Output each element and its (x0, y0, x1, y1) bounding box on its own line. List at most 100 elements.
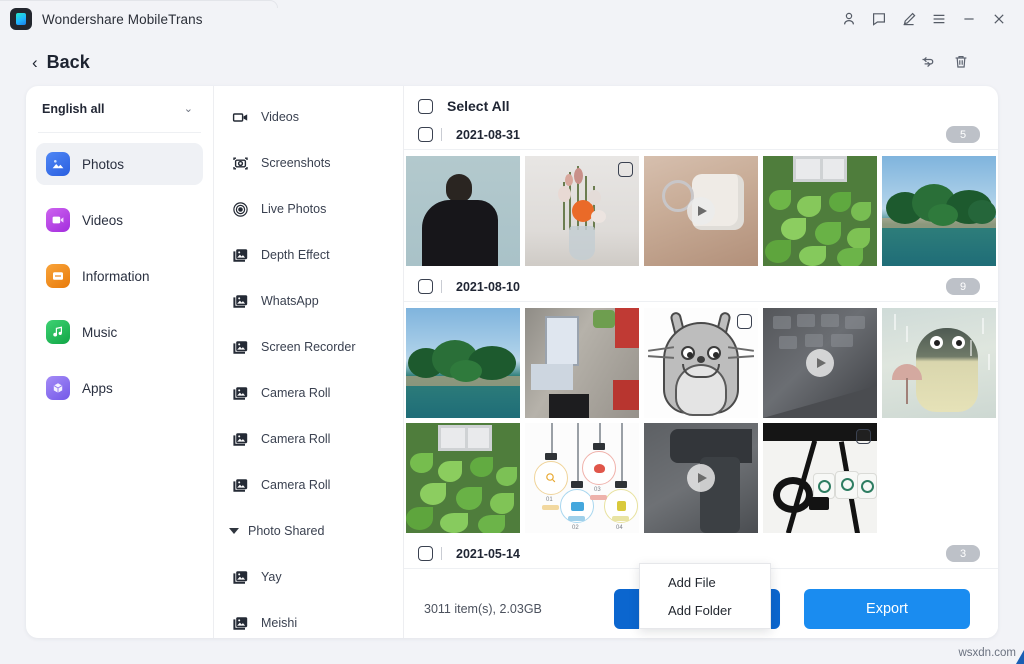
thumb-infographic[interactable]: 01 02 03 04 (525, 423, 639, 533)
select-all-checkbox[interactable] (418, 99, 433, 114)
sidebar-item-label: Videos (82, 213, 123, 228)
trash-icon[interactable] (944, 45, 978, 79)
menu-item-add-file[interactable]: Add File (640, 568, 770, 596)
photo-stack-icon (232, 477, 249, 494)
language-selector[interactable]: English all ⌄ (38, 86, 201, 133)
thumb-tropical-island[interactable] (406, 308, 520, 418)
play-icon[interactable] (806, 349, 834, 377)
sidebar-item-photos[interactable]: Photos (36, 143, 203, 185)
album-item-camera-roll-1[interactable]: Camera Roll (214, 370, 403, 416)
album-item-camera-roll-3[interactable]: Camera Roll (214, 462, 403, 508)
album-item-label: Yay (261, 570, 282, 584)
information-icon (46, 264, 70, 288)
date-group-header[interactable]: 2021-08-10 9 (404, 272, 998, 302)
album-item-screenshots[interactable]: Screenshots (214, 140, 403, 186)
album-item-whatsapp[interactable]: WhatsApp (214, 278, 403, 324)
album-item-label: Camera Roll (261, 432, 330, 446)
thumb-person-portrait[interactable] (406, 156, 520, 266)
album-item-yay[interactable]: Yay (214, 554, 403, 600)
thumb-tropical-beach[interactable] (882, 156, 996, 266)
sidebar-item-videos[interactable]: Videos (36, 199, 203, 241)
mobiletrans-logo-icon (10, 8, 32, 30)
album-item-label: Screenshots (261, 156, 330, 170)
thumb-checkbox[interactable] (856, 429, 871, 444)
export-button[interactable]: Export (804, 589, 970, 629)
thumb-green-ivy-window[interactable] (406, 423, 520, 533)
album-item-meishi[interactable]: Meishi (214, 600, 403, 638)
thumb-keyboard-dark[interactable] (763, 308, 877, 418)
date-group-count: 3 (946, 545, 980, 562)
edit-icon[interactable] (894, 5, 924, 33)
photo-stack-icon (232, 293, 249, 310)
thumb-airpods-hand[interactable] (644, 156, 758, 266)
chevron-down-icon: ⌄ (184, 104, 193, 115)
album-item-label: Screen Recorder (261, 340, 356, 354)
thumb-flower-vase[interactable] (525, 156, 639, 266)
thumb-totoro-drawing[interactable] (644, 308, 758, 418)
sidebar-item-label: Information (82, 269, 150, 284)
album-group-photo-shared[interactable]: Photo Shared (214, 508, 403, 554)
thumb-office-desk[interactable] (525, 308, 639, 418)
close-icon[interactable] (984, 5, 1014, 33)
date-group-checkbox[interactable] (418, 279, 433, 294)
photo-grid: 01 02 03 04 (404, 302, 998, 539)
photo-grid (404, 150, 998, 272)
play-icon[interactable] (687, 464, 715, 492)
language-label: English all (42, 102, 105, 116)
album-item-videos[interactable]: Videos (214, 94, 403, 140)
album-list: Videos Screenshots (214, 86, 404, 638)
album-item-live-photos[interactable]: Live Photos (214, 186, 403, 232)
sidebar-item-music[interactable]: Music (36, 311, 203, 353)
menu-item-add-folder[interactable]: Add Folder (640, 596, 770, 624)
date-group-checkbox[interactable] (418, 546, 433, 561)
account-icon[interactable] (834, 5, 864, 33)
album-item-camera-roll-2[interactable]: Camera Roll (214, 416, 403, 462)
album-item-depth-effect[interactable]: Depth Effect (214, 232, 403, 278)
album-item-label: Videos (261, 110, 299, 124)
apps-icon (46, 376, 70, 400)
sidebar-nav: Photos Videos Information (26, 133, 213, 409)
date-group-checkbox[interactable] (418, 127, 433, 142)
minimize-icon[interactable] (954, 5, 984, 33)
date-group-count: 5 (946, 126, 980, 143)
menu-icon[interactable] (924, 5, 954, 33)
thumb-green-ivy-path[interactable] (763, 156, 877, 266)
window-tab-curve (0, 0, 278, 8)
sidebar-item-label: Photos (82, 157, 124, 172)
sidebar-item-label: Music (82, 325, 117, 340)
video-camera-icon (232, 109, 249, 126)
item-count-text: 3011 item(s), 2.03GB (424, 602, 542, 616)
thumb-checkbox[interactable] (737, 314, 752, 329)
date-group-header[interactable]: 2021-08-31 5 (404, 120, 998, 150)
back-button[interactable]: ‹ Back (32, 52, 90, 73)
photo-stack-icon (232, 339, 249, 356)
videos-icon (46, 208, 70, 232)
watermark: wsxdn.com (958, 647, 1016, 659)
screenshot-camera-icon (232, 155, 249, 172)
date-group-label: 2021-05-14 (456, 547, 520, 561)
import-dropdown-menu[interactable]: Add File Add Folder (639, 563, 771, 629)
corner-accent (1016, 650, 1024, 664)
album-item-screen-recorder[interactable]: Screen Recorder (214, 324, 403, 370)
sidebar-item-information[interactable]: Information (36, 255, 203, 297)
photo-browser: Select All 2021-08-31 5 (404, 86, 998, 638)
refresh-icon[interactable] (910, 45, 944, 79)
select-all-row[interactable]: Select All (404, 86, 998, 120)
back-chevron-icon: ‹ (32, 54, 38, 71)
thumb-cable-photo[interactable] (763, 423, 877, 533)
feedback-icon[interactable] (864, 5, 894, 33)
thumb-phone-dark[interactable] (644, 423, 758, 533)
play-icon[interactable] (687, 197, 715, 225)
music-icon (46, 320, 70, 344)
date-group-count: 9 (946, 278, 980, 295)
thumb-totoro-painting[interactable] (882, 308, 996, 418)
back-label: Back (47, 52, 90, 73)
photos-icon (46, 152, 70, 176)
app-window: Wondershare MobileTrans (0, 0, 1024, 664)
app-title: Wondershare MobileTrans (42, 12, 203, 27)
select-all-label: Select All (447, 98, 510, 114)
photo-stack-icon (232, 615, 249, 632)
thumb-checkbox[interactable] (618, 162, 633, 177)
sidebar-item-apps[interactable]: Apps (36, 367, 203, 409)
album-item-label: Depth Effect (261, 248, 330, 262)
